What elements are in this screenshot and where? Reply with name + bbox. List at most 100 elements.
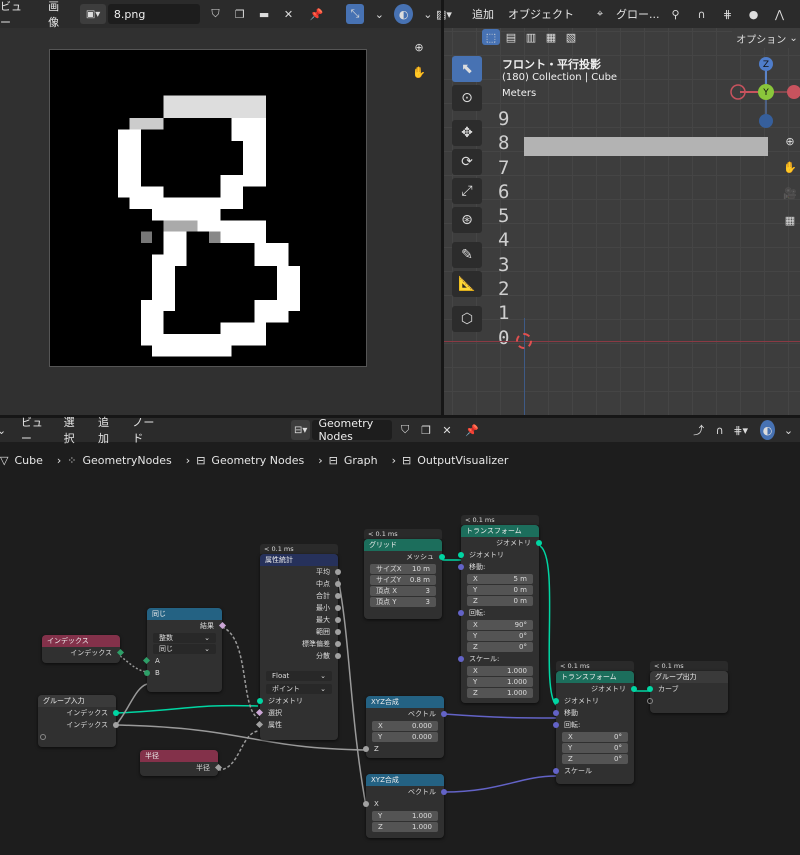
- socket[interactable]: [40, 734, 46, 740]
- socket[interactable]: [363, 801, 369, 807]
- socket[interactable]: [553, 698, 559, 704]
- area-divider[interactable]: [441, 0, 444, 415]
- socket[interactable]: [553, 722, 559, 728]
- transform-icon[interactable]: ⊛: [452, 207, 482, 233]
- socket[interactable]: [363, 746, 369, 752]
- falloff-icon[interactable]: ⋀: [770, 4, 790, 24]
- pivot-icon[interactable]: ⚲: [666, 4, 686, 24]
- node-header[interactable]: グリッド: [364, 539, 442, 551]
- socket[interactable]: [257, 698, 263, 704]
- translation-z-field[interactable]: Z 0 m: [467, 596, 533, 606]
- operation-select[interactable]: 同じ ⌄: [153, 644, 216, 654]
- cursor-icon[interactable]: ⊙: [452, 85, 482, 111]
- socket[interactable]: [439, 554, 445, 560]
- menu-view[interactable]: ビュー: [0, 0, 36, 30]
- vertices-y-field[interactable]: 頂点 Y 3: [370, 597, 436, 607]
- orientation-icon[interactable]: ⌖: [590, 4, 610, 24]
- hand-icon[interactable]: ✋: [780, 157, 800, 177]
- size-y-field[interactable]: サイズY 0.8 m: [370, 575, 436, 585]
- node-header[interactable]: トランスフォーム: [556, 671, 634, 683]
- socket[interactable]: [441, 711, 447, 717]
- rotation-x-field[interactable]: X 0°: [562, 732, 628, 742]
- select-extend-icon[interactable]: ▤: [502, 29, 520, 45]
- node-header[interactable]: インデックス: [42, 635, 120, 647]
- duplicate-icon[interactable]: ❐: [231, 4, 249, 24]
- select-intersect-icon[interactable]: ▧: [562, 29, 580, 45]
- camera-icon[interactable]: 🎥: [780, 183, 800, 203]
- socket[interactable]: [458, 656, 464, 662]
- grid-icon[interactable]: ▦: [780, 210, 800, 230]
- close-icon[interactable]: ✕: [279, 4, 297, 24]
- hand-icon[interactable]: ✋: [409, 62, 429, 82]
- move-icon[interactable]: ✥: [452, 120, 482, 146]
- socket[interactable]: [536, 540, 542, 546]
- rotation-z-field[interactable]: Z 0°: [467, 642, 533, 652]
- domain-select[interactable]: ポイント ⌄: [266, 684, 332, 694]
- transform-orientation-select[interactable]: グロー...: [616, 6, 660, 22]
- proportional-icon[interactable]: ●: [744, 4, 764, 24]
- snap-target-icon[interactable]: ⋕: [718, 4, 738, 24]
- socket[interactable]: [458, 552, 464, 558]
- image-browse-button[interactable]: ▣▾: [80, 4, 106, 24]
- socket[interactable]: [335, 569, 341, 575]
- rotation-y-field[interactable]: Y 0°: [467, 631, 533, 641]
- snap-icon[interactable]: ∩: [692, 4, 712, 24]
- pin-icon[interactable]: 📌: [308, 4, 326, 24]
- vertices-x-field[interactable]: 頂点 X 3: [370, 586, 436, 596]
- socket[interactable]: [335, 593, 341, 599]
- socket[interactable]: [144, 670, 150, 676]
- grid-node[interactable]: グリッド メッシュ サイズX 10 m サイズY 0.8 m 頂点 X 3 頂点 Y 3: [364, 539, 445, 619]
- z-field[interactable]: Z 1.000: [372, 822, 438, 832]
- socket[interactable]: [335, 605, 341, 611]
- socket[interactable]: [335, 653, 341, 659]
- menu-image[interactable]: 画像: [42, 0, 74, 30]
- options-dropdown[interactable]: オプション ⌄: [732, 28, 800, 48]
- image-canvas[interactable]: [49, 49, 367, 367]
- y-field[interactable]: Y 1.000: [372, 811, 438, 821]
- uv-sync-icon[interactable]: ⤡: [345, 4, 365, 24]
- socket[interactable]: [441, 789, 447, 795]
- overlay-icon[interactable]: ◐: [394, 4, 413, 24]
- socket[interactable]: [335, 581, 341, 587]
- node-header[interactable]: 半径: [140, 750, 218, 762]
- mesh-bar[interactable]: [524, 137, 768, 156]
- image-name-field[interactable]: 8.png: [107, 4, 201, 24]
- node-header[interactable]: XYZ合成: [366, 696, 444, 708]
- add-cube-icon[interactable]: ⬡: [452, 306, 482, 332]
- size-x-field[interactable]: サイズX 10 m: [370, 564, 436, 574]
- fake-user-icon[interactable]: ⛉: [206, 4, 224, 24]
- radius-node[interactable]: 半径 半径: [140, 750, 223, 776]
- combine-xyz-node-1[interactable]: XYZ合成 ベクトル X 0.000 Y 0.000 Z: [363, 696, 447, 758]
- socket[interactable]: [113, 710, 119, 716]
- scale-z-field[interactable]: Z 1.000: [467, 688, 533, 698]
- node-editor[interactable]: ⌄ ビュー 選択 追加 ノード ⊟▾ Geometry Nodes ⛉ ❐ ✕ …: [0, 416, 800, 855]
- chevron-down-icon[interactable]: ⌄: [370, 4, 388, 24]
- socket[interactable]: [631, 686, 637, 692]
- rotation-y-field[interactable]: Y 0°: [562, 743, 628, 753]
- navigation-gizmo[interactable]: Z Y: [728, 54, 800, 130]
- scale-x-field[interactable]: X 1.000: [467, 666, 533, 676]
- node-header[interactable]: 属性統計: [260, 554, 338, 566]
- translation-y-field[interactable]: Y 0 m: [467, 585, 533, 595]
- transform-node-1[interactable]: トランスフォーム ジオメトリ ジオメトリ 移動: X5 m Y0 m Z0 m …: [458, 525, 542, 703]
- x-field[interactable]: X 0.000: [372, 721, 438, 731]
- socket[interactable]: [647, 686, 653, 692]
- socket[interactable]: [553, 768, 559, 774]
- node-header[interactable]: グループ入力: [38, 695, 116, 707]
- annotate-icon[interactable]: ✎: [452, 242, 482, 268]
- socket[interactable]: [458, 610, 464, 616]
- node-header[interactable]: 同じ: [147, 608, 222, 620]
- socket[interactable]: [647, 698, 653, 704]
- socket[interactable]: [458, 564, 464, 570]
- rotation-x-field[interactable]: X 90°: [467, 620, 533, 630]
- scale-y-field[interactable]: Y 1.000: [467, 677, 533, 687]
- select-invert-icon[interactable]: ▦: [542, 29, 560, 45]
- select-box-icon[interactable]: ⬉: [452, 56, 482, 82]
- node-header[interactable]: トランスフォーム: [461, 525, 539, 537]
- data-type-select[interactable]: Float ⌄: [266, 671, 332, 681]
- socket[interactable]: [553, 710, 559, 716]
- group-input-node[interactable]: グループ入力 インデックス インデックス: [38, 695, 119, 747]
- node-header[interactable]: XYZ合成: [366, 774, 444, 786]
- transform-node-2[interactable]: トランスフォーム ジオメトリ ジオメトリ 移動 回転: X 0° Y 0° Z 0° …: [553, 671, 637, 784]
- index-node[interactable]: インデックス インデックス: [42, 635, 125, 663]
